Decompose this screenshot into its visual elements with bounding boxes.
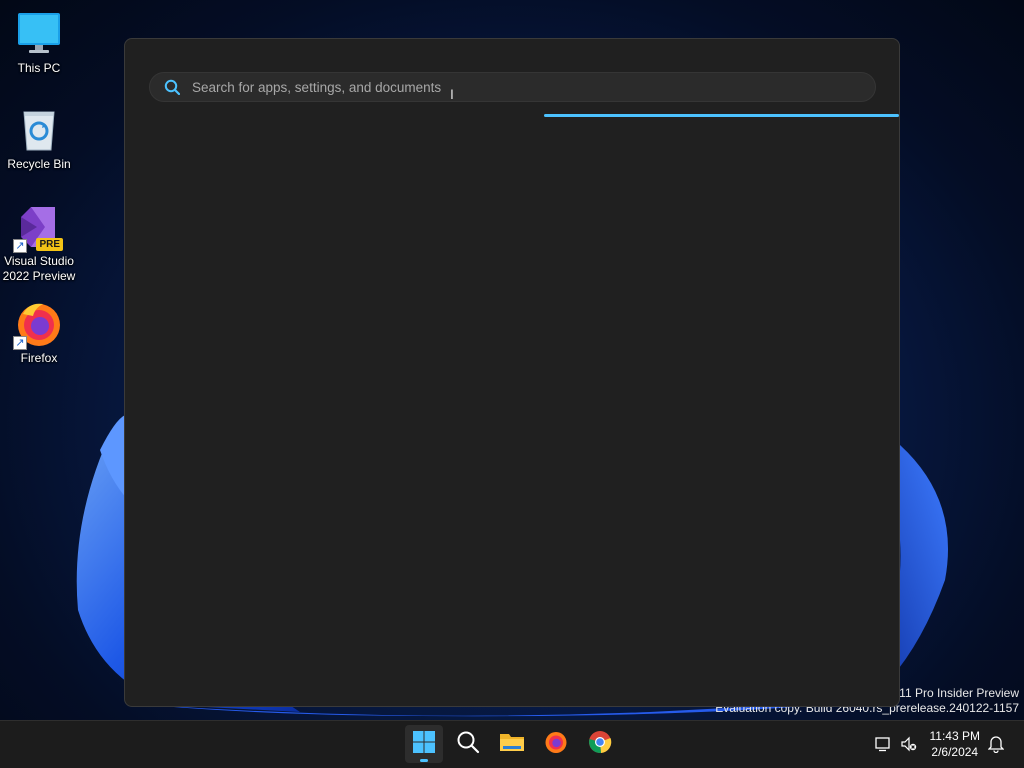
- pre-badge: PRE: [36, 238, 63, 251]
- monitor-icon: [15, 10, 63, 58]
- desktop-icon-label: Recycle Bin: [7, 157, 71, 171]
- search-flyout: I: [124, 38, 900, 707]
- text-cursor-icon: I: [450, 86, 454, 102]
- file-explorer-button[interactable]: [493, 725, 531, 763]
- clock[interactable]: 11:43 PM 2/6/2024: [930, 728, 980, 760]
- firefox-icon: ↗: [13, 300, 63, 350]
- desktop-icon-recycle-bin[interactable]: Recycle Bin: [0, 106, 78, 172]
- start-button[interactable]: [405, 725, 443, 763]
- search-input[interactable]: [192, 77, 832, 97]
- folder-icon: [499, 730, 525, 759]
- desktop-icon-this-pc[interactable]: This PC: [0, 10, 78, 76]
- search-button[interactable]: [449, 725, 487, 763]
- chrome-icon: [588, 730, 612, 759]
- desktop-icon-label: Visual Studio 2022 Preview: [2, 254, 76, 283]
- shortcut-arrow-icon: ↗: [13, 336, 27, 350]
- search-icon: [456, 730, 480, 759]
- desktop-icon-firefox[interactable]: ↗ Firefox: [0, 300, 78, 366]
- clock-date: 2/6/2024: [931, 745, 979, 759]
- taskbar: 11:43 PM 2/6/2024: [0, 720, 1024, 768]
- recycle-bin-icon: [15, 106, 63, 154]
- windows-logo-icon: [412, 730, 436, 759]
- search-icon: [164, 79, 181, 100]
- chrome-button[interactable]: [581, 725, 619, 763]
- notification-bell-icon[interactable]: [987, 735, 1005, 758]
- firefox-icon: [544, 730, 568, 759]
- desktop-icon-visual-studio[interactable]: PRE ↗ Visual Studio 2022 Preview: [0, 203, 78, 284]
- loading-progress-bar: [125, 114, 899, 117]
- network-icon[interactable]: [874, 735, 892, 758]
- speaker-muted-icon[interactable]: [900, 735, 918, 758]
- firefox-button[interactable]: [537, 725, 575, 763]
- loading-progress-indicator: [544, 114, 899, 117]
- search-box[interactable]: [149, 72, 876, 102]
- desktop-icon-label: Firefox: [20, 351, 58, 365]
- visual-studio-icon: PRE ↗: [13, 203, 63, 253]
- shortcut-arrow-icon: ↗: [13, 239, 27, 253]
- desktop-icon-label: This PC: [17, 61, 61, 75]
- clock-time: 11:43 PM: [929, 729, 980, 743]
